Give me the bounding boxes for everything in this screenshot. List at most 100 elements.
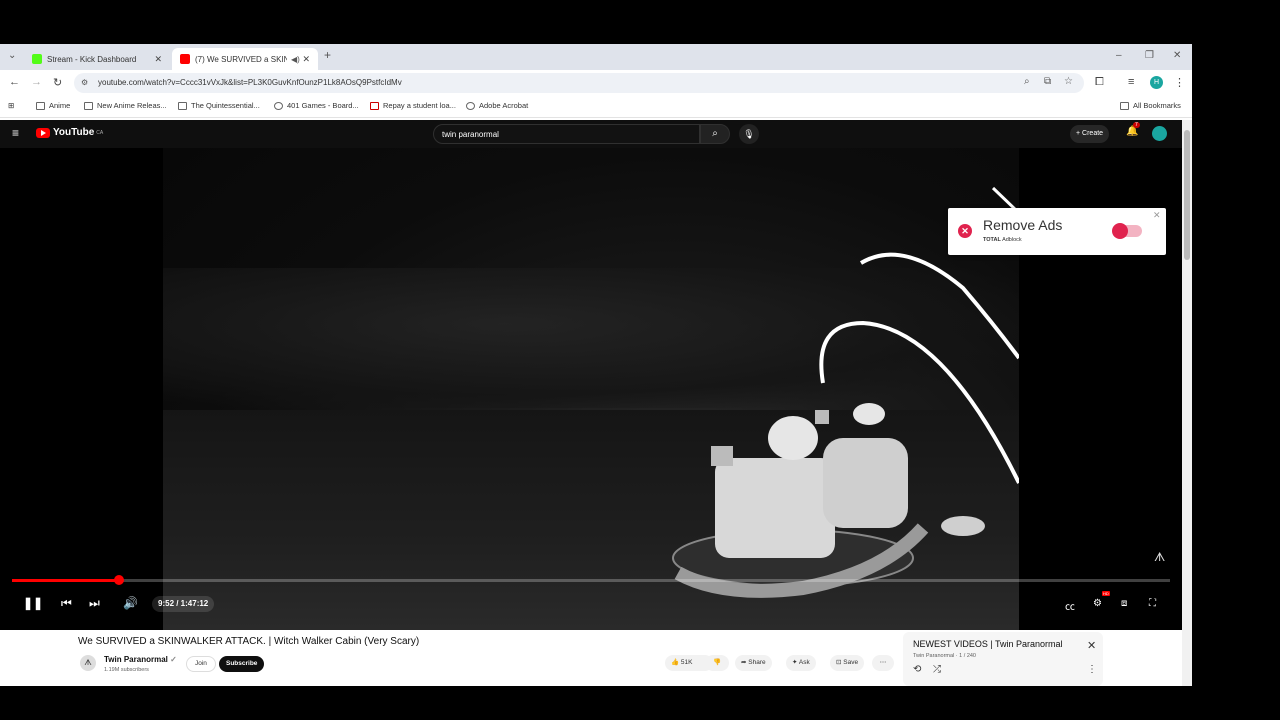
person-hat xyxy=(768,416,818,460)
close-playlist-icon[interactable]: ✕ xyxy=(1087,639,1096,652)
thumbs-up-icon: 👍 xyxy=(671,659,680,666)
bookmark-quintessential[interactable]: The Quintessential... xyxy=(178,101,260,110)
hd-badge: HD xyxy=(1102,591,1110,596)
scrubber-handle[interactable] xyxy=(113,575,124,585)
fishing-rod-line xyxy=(859,252,1019,360)
site-info-icon[interactable]: ⚙ xyxy=(81,78,88,87)
shuffle-icon[interactable]: ⤮ xyxy=(933,664,941,675)
bookmark-anime[interactable]: Anime xyxy=(36,101,70,110)
playlist-title[interactable]: NEWEST VIDEOS | Twin Paranormal xyxy=(913,639,1063,649)
channel-watermark-icon[interactable]: ᗑ xyxy=(1154,550,1165,565)
youtube-header: ≡ YouTube CA twin paranormal ⌕ 🎙 + Create… xyxy=(0,120,1182,148)
settings-gear-icon[interactable]: ⚙ xyxy=(1093,598,1102,609)
folder-icon xyxy=(36,101,45,110)
subscriber-count: 1.19M subscribers xyxy=(104,667,149,673)
microphone-icon: 🎙 xyxy=(743,129,755,139)
share-icon: ➦ xyxy=(741,659,747,666)
hamburger-menu-icon[interactable]: ≡ xyxy=(12,126,19,140)
fullscreen-icon[interactable]: ⛶ xyxy=(1149,598,1156,609)
share-button[interactable]: ➦ Share xyxy=(735,655,772,671)
browser-toolbar: ← → ↻ ⚙ youtube.com/watch?v=Cccc31vVxJk&… xyxy=(0,70,1192,96)
close-tab-icon[interactable]: ✕ xyxy=(154,54,162,65)
restore-button[interactable]: ❐ xyxy=(1145,50,1154,61)
close-tab-icon[interactable]: ✕ xyxy=(302,54,310,65)
progress-played xyxy=(12,579,119,582)
browser-menu-icon[interactable]: ⋮ xyxy=(1174,76,1185,89)
video-title: We SURVIVED a SKINWALKER ATTACK. | Witch… xyxy=(78,636,420,647)
next-icon[interactable]: ⏭ xyxy=(89,596,100,611)
create-button[interactable]: + Create xyxy=(1070,125,1110,143)
playlist-meta: Twin Paranormal · 1 / 240 xyxy=(913,653,976,659)
zoom-icon[interactable]: ⌕ xyxy=(1024,76,1030,87)
subscribe-button[interactable]: Subscribe xyxy=(219,656,265,672)
address-bar[interactable]: ⚙ youtube.com/watch?v=Cccc31vVxJk&list=P… xyxy=(74,73,1084,93)
extensions-icon[interactable]: ⧠ xyxy=(1095,76,1104,89)
person-jacket xyxy=(823,438,908,528)
scrollbar-thumb[interactable] xyxy=(1184,130,1190,260)
volume-icon[interactable]: 🔊 xyxy=(123,596,138,610)
back-arrow-icon[interactable]: ← xyxy=(9,76,20,88)
ask-button[interactable]: ✦ Ask xyxy=(786,655,816,671)
youtube-page: ≡ YouTube CA twin paranormal ⌕ 🎙 + Create… xyxy=(0,120,1182,686)
browser-window: ⌄ Stream - Kick Dashboard ✕ (7) We SURVI… xyxy=(0,44,1192,686)
tab-kick-dashboard[interactable]: Stream - Kick Dashboard ✕ xyxy=(24,48,170,70)
more-actions-button[interactable]: ⋯ xyxy=(872,655,894,671)
globe-icon xyxy=(274,101,283,110)
person-jacket xyxy=(715,458,835,558)
previous-icon[interactable]: ⏮ xyxy=(61,596,72,611)
close-popup-icon[interactable]: ✕ xyxy=(1153,210,1161,221)
profile-avatar[interactable]: H xyxy=(1150,76,1163,89)
save-button[interactable]: ⊡ Save xyxy=(830,655,865,671)
bookmark-401-games[interactable]: 401 Games - Board... xyxy=(274,101,359,110)
bookmark-new-anime[interactable]: New Anime Releas... xyxy=(84,101,167,110)
voice-search-button[interactable]: 🎙 xyxy=(739,124,759,144)
globe-icon xyxy=(466,101,475,110)
channel-name[interactable]: Twin Paranormal ✓ xyxy=(104,655,177,664)
video-frame xyxy=(163,148,1019,630)
forward-arrow-icon[interactable]: → xyxy=(31,76,42,88)
minimize-button[interactable]: – xyxy=(1116,50,1122,61)
playlist-menu-icon[interactable]: ⋮ xyxy=(1087,664,1097,675)
install-app-icon[interactable]: ⧉ xyxy=(1044,76,1051,87)
bookmark-adobe-acrobat[interactable]: Adobe Acrobat xyxy=(466,101,528,110)
tab-youtube-video[interactable]: (7) We SURVIVED a SKINW ◀) ✕ xyxy=(172,48,318,70)
youtube-logo[interactable]: YouTube CA xyxy=(36,127,103,138)
progress-bar[interactable] xyxy=(12,575,1170,585)
miniplayer-icon[interactable]: ⧈ xyxy=(1121,598,1127,609)
captions-icon[interactable]: ㏄ xyxy=(1065,598,1075,613)
account-avatar[interactable] xyxy=(1152,126,1167,141)
media-controls-icon[interactable]: ≡ xyxy=(1128,76,1134,88)
video-player[interactable]: ᗑ ✕ Remove Ads TOTAL Adblock ✕ ❚❚ ⏮ ⏭ 🔊 … xyxy=(0,148,1182,630)
search-input[interactable]: twin paranormal xyxy=(433,124,700,144)
tab-search-icon[interactable]: ⌄ xyxy=(8,50,16,61)
notification-count-badge: 7 xyxy=(1133,122,1140,128)
folder-icon xyxy=(1120,101,1129,110)
bookmark-student-loan[interactable]: Repay a student loa... xyxy=(370,101,456,110)
search-button[interactable]: ⌕ xyxy=(700,124,730,144)
thumbs-down-icon: 👎 xyxy=(712,659,722,666)
camera-device xyxy=(815,410,829,424)
loop-icon[interactable]: ⟲ xyxy=(913,664,921,675)
all-bookmarks[interactable]: All Bookmarks xyxy=(1120,101,1181,110)
window-close-button[interactable]: ✕ xyxy=(1173,50,1181,61)
youtube-play-icon xyxy=(36,127,50,138)
join-button[interactable]: Join xyxy=(186,656,216,672)
audio-playing-icon[interactable]: ◀) xyxy=(291,55,300,64)
page-scrollbar[interactable] xyxy=(1182,120,1192,686)
dislike-button[interactable]: 👎 xyxy=(705,655,729,671)
maple-leaf-icon xyxy=(370,101,379,110)
page-icon xyxy=(178,101,187,110)
sparkle-icon: ✦ xyxy=(792,659,798,666)
new-tab-button[interactable]: + xyxy=(324,48,331,62)
person-hat xyxy=(853,403,885,425)
bookmark-star-icon[interactable]: ☆ xyxy=(1064,76,1073,87)
reload-icon[interactable]: ↻ xyxy=(53,76,62,89)
camera-device xyxy=(711,446,733,466)
apps-grid-icon[interactable]: ⊞ xyxy=(8,101,14,110)
remove-ads-toggle[interactable] xyxy=(1112,223,1142,239)
adblock-x-icon: ✕ xyxy=(958,224,972,238)
time-display: 9:52 / 1:47:12 xyxy=(152,596,215,612)
pause-icon[interactable]: ❚❚ xyxy=(23,596,43,610)
tab-strip: ⌄ Stream - Kick Dashboard ✕ (7) We SURVI… xyxy=(0,44,1192,70)
channel-avatar[interactable]: ᗑ xyxy=(80,655,96,671)
